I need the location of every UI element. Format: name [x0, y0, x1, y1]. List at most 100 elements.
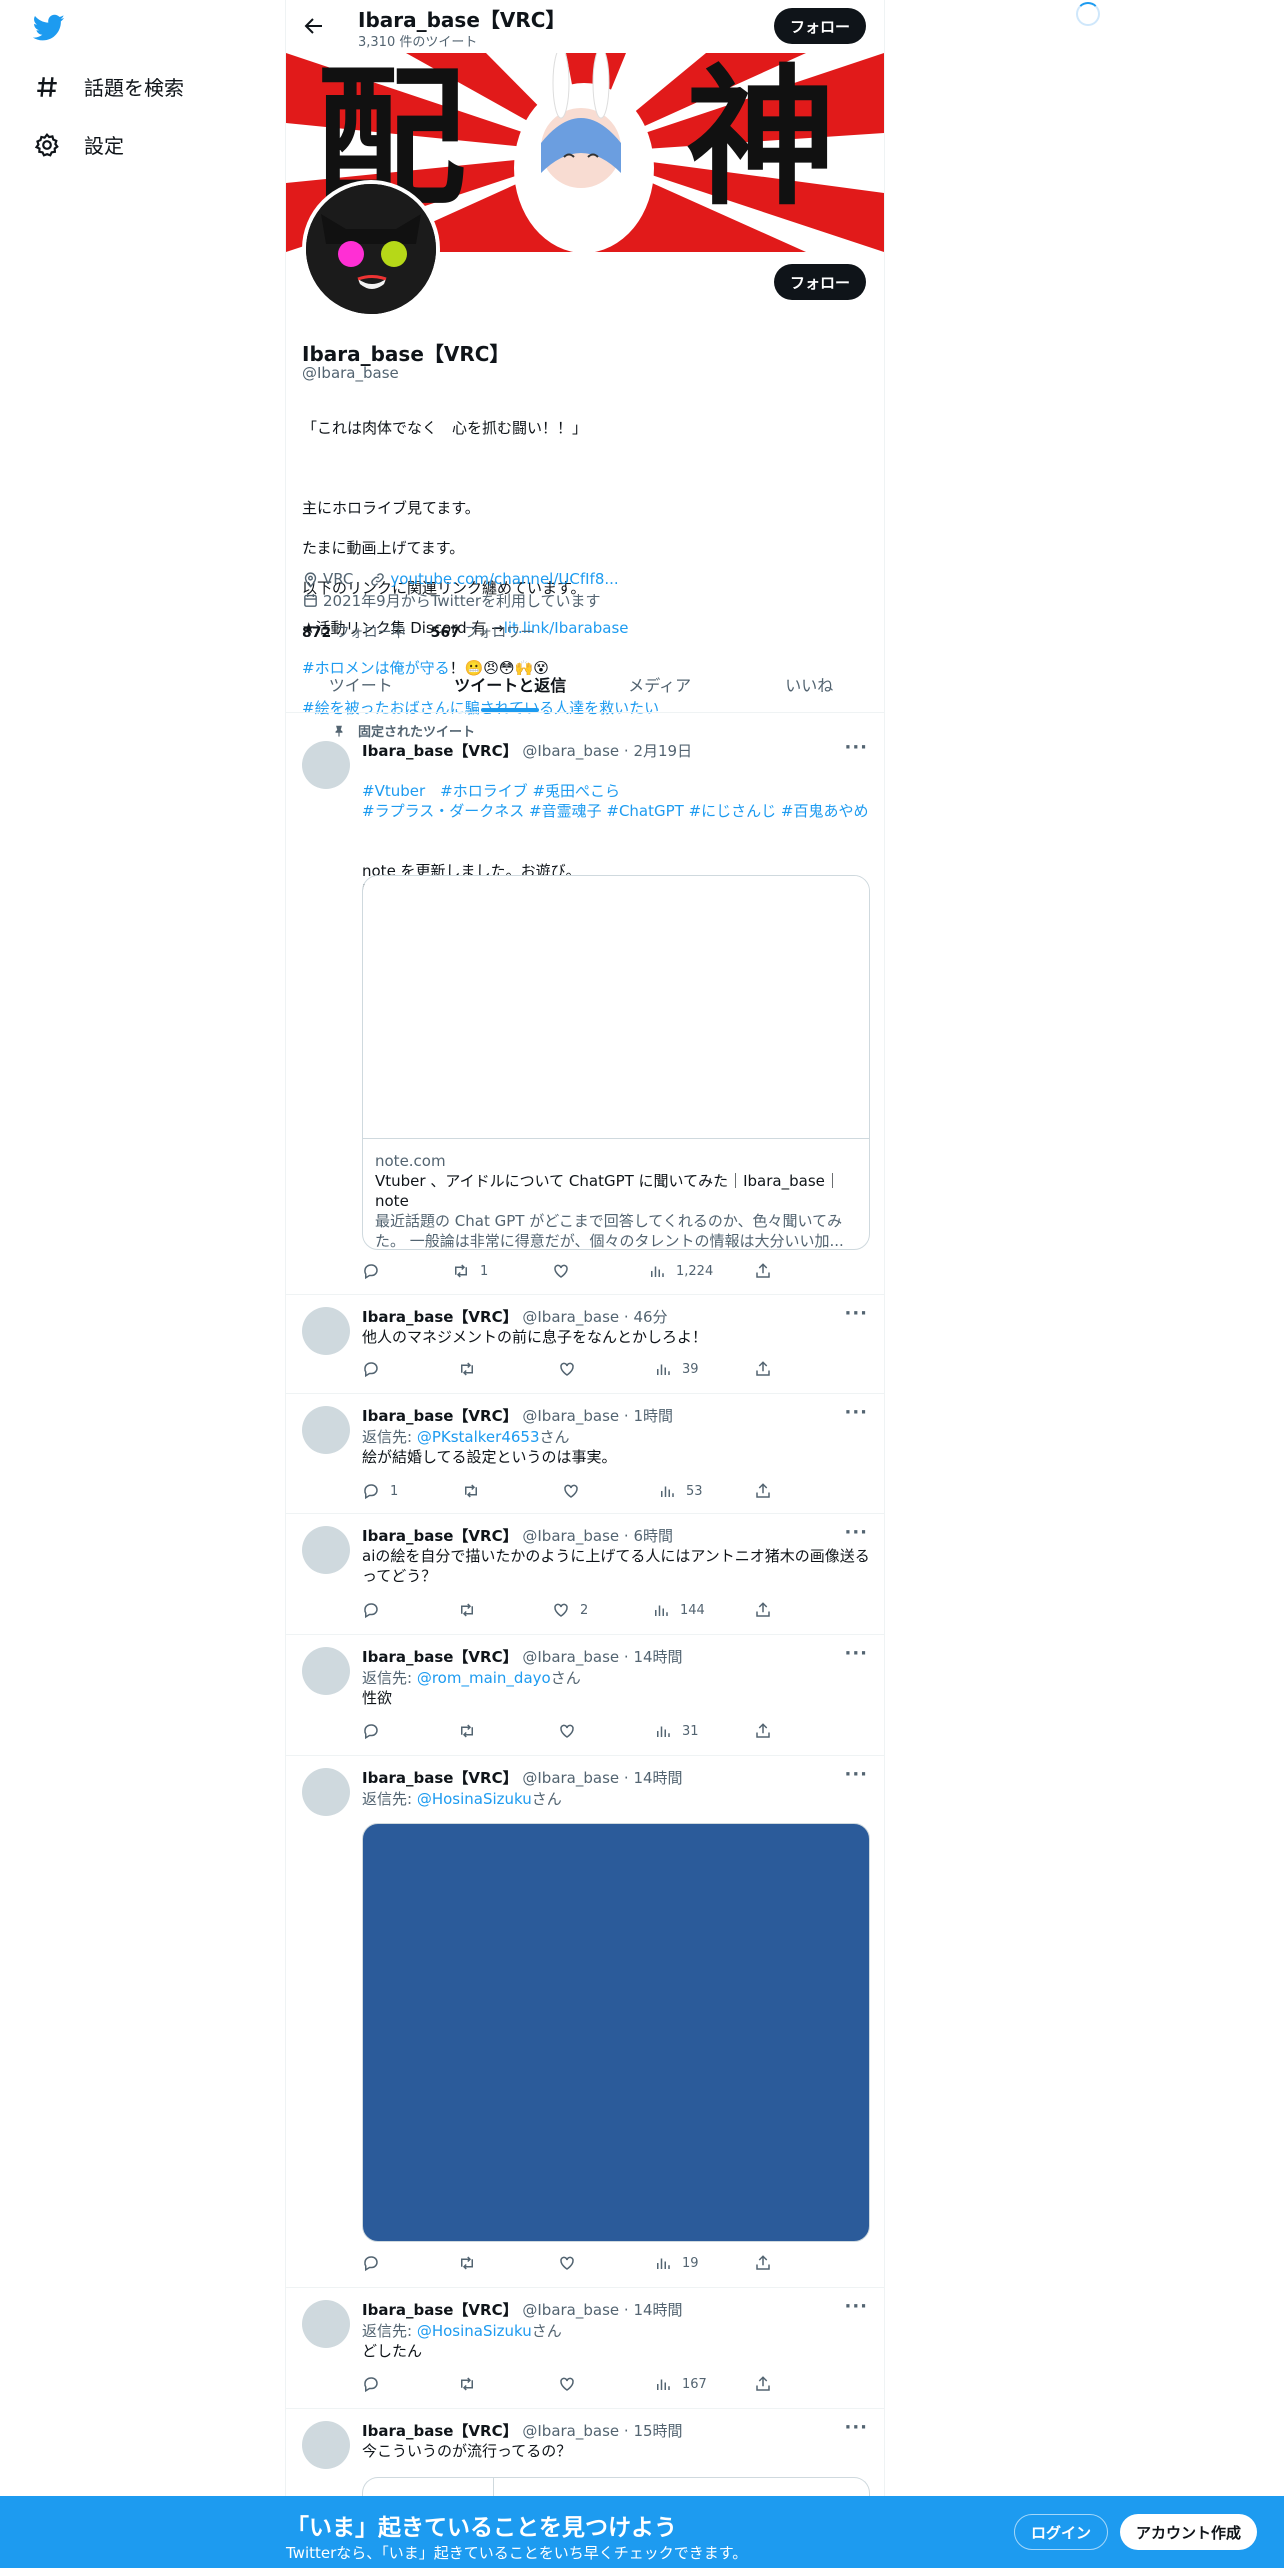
- tweet-time[interactable]: 46分: [633, 1308, 667, 1326]
- reply-to-link[interactable]: @PKstalker4653: [417, 1428, 540, 1446]
- reply-to-link[interactable]: @HosinaSizuku: [417, 1790, 532, 1808]
- header-follow-button[interactable]: フォロー: [774, 8, 867, 44]
- more-options-icon[interactable]: ···: [844, 1522, 868, 1543]
- like-button[interactable]: [558, 2375, 586, 2393]
- more-options-icon[interactable]: ···: [844, 737, 868, 758]
- tweet-avatar[interactable]: [302, 1307, 350, 1355]
- tweet-time[interactable]: 6時間: [633, 1527, 673, 1545]
- views-button[interactable]: 53: [658, 1482, 703, 1500]
- reply-button[interactable]: [362, 1601, 390, 1619]
- tweet-time[interactable]: 2月19日: [633, 742, 692, 760]
- more-options-icon[interactable]: ···: [844, 2296, 868, 2317]
- views-button[interactable]: 1,224: [648, 1262, 713, 1280]
- profile-avatar[interactable]: [302, 180, 440, 318]
- profile-follow-button[interactable]: フォロー: [774, 264, 867, 300]
- share-button[interactable]: [754, 1482, 772, 1500]
- reply-to-link[interactable]: @HosinaSizuku: [417, 2322, 532, 2340]
- retweet-button[interactable]: [458, 1722, 486, 1740]
- tweet-author-name[interactable]: Ibara_base【VRC】: [362, 1648, 518, 1666]
- like-button[interactable]: 2: [552, 1601, 588, 1619]
- tweet-media-image[interactable]: [362, 1823, 870, 2242]
- share-button[interactable]: [754, 1601, 772, 1619]
- like-button[interactable]: [558, 1722, 586, 1740]
- tweet[interactable]: Ibara_base【VRC】 @Ibara_base · 14時間 ··· 返…: [286, 1635, 884, 1756]
- tweet-avatar[interactable]: [302, 741, 350, 789]
- tweet[interactable]: Ibara_base【VRC】 @Ibara_base · 46分 ··· 他人…: [286, 1295, 884, 1394]
- tweet-avatar[interactable]: [302, 2300, 350, 2348]
- views-button[interactable]: 19: [654, 2254, 699, 2272]
- tweet-avatar[interactable]: [302, 1406, 350, 1454]
- nav-explore[interactable]: 話題を検索: [34, 72, 184, 101]
- reply-button[interactable]: [362, 2375, 390, 2393]
- more-options-icon[interactable]: ···: [844, 1303, 868, 1324]
- tweet-author-name[interactable]: Ibara_base【VRC】: [362, 1308, 518, 1326]
- retweet-button[interactable]: 1: [452, 1262, 488, 1280]
- tweet-time[interactable]: 14時間: [633, 1648, 682, 1666]
- retweet-button[interactable]: [458, 1360, 486, 1378]
- tweet-author-name[interactable]: Ibara_base【VRC】: [362, 1527, 518, 1545]
- share-button[interactable]: [754, 2375, 772, 2393]
- share-button[interactable]: [754, 1722, 772, 1740]
- views-button[interactable]: 167: [654, 2375, 707, 2393]
- followers-link[interactable]: 567 フォロワー: [431, 625, 535, 641]
- tweet-handle[interactable]: @Ibara_base: [522, 1769, 619, 1787]
- like-button[interactable]: [552, 1262, 580, 1280]
- like-button[interactable]: [558, 1360, 586, 1378]
- like-button[interactable]: [562, 1482, 590, 1500]
- back-arrow-icon[interactable]: [302, 14, 326, 38]
- more-options-icon[interactable]: ···: [844, 1402, 868, 1423]
- signup-button[interactable]: アカウント作成: [1120, 2514, 1258, 2550]
- twitter-logo-icon[interactable]: [33, 14, 65, 42]
- profile-url[interactable]: youtube.com/channel/UCfIf8...: [390, 570, 618, 588]
- tweet-time[interactable]: 14時間: [633, 1769, 682, 1787]
- views-button[interactable]: 144: [652, 1601, 705, 1619]
- share-button[interactable]: [754, 2254, 772, 2272]
- retweet-button[interactable]: [458, 2254, 486, 2272]
- tweet-avatar[interactable]: [302, 1647, 350, 1695]
- tweet-author-name[interactable]: Ibara_base【VRC】: [362, 1769, 518, 1787]
- tweet-handle[interactable]: @Ibara_base: [522, 742, 619, 760]
- retweet-button[interactable]: [462, 1482, 490, 1500]
- like-button[interactable]: [558, 2254, 586, 2272]
- more-options-icon[interactable]: ···: [844, 1643, 868, 1664]
- views-button[interactable]: 31: [654, 1722, 699, 1740]
- share-button[interactable]: [754, 1262, 772, 1280]
- tweet-handle[interactable]: @Ibara_base: [522, 1308, 619, 1326]
- reply-button[interactable]: 1: [362, 1482, 398, 1500]
- retweet-button[interactable]: [458, 2375, 486, 2393]
- tweet-author-name[interactable]: Ibara_base【VRC】: [362, 2422, 518, 2440]
- reply-to-link[interactable]: @rom_main_dayo: [417, 1669, 551, 1687]
- reply-button[interactable]: [362, 1722, 390, 1740]
- tweet[interactable]: Ibara_base【VRC】 @Ibara_base · 6時間 ··· ai…: [286, 1514, 884, 1635]
- tab-tweets-replies[interactable]: ツイートと返信: [436, 656, 586, 712]
- tweet-handle[interactable]: @Ibara_base: [522, 2422, 619, 2440]
- tweet-handle[interactable]: @Ibara_base: [522, 1527, 619, 1545]
- following-link[interactable]: 872 フォロー中: [302, 625, 406, 641]
- tweet-author-name[interactable]: Ibara_base【VRC】: [362, 742, 518, 760]
- tab-media[interactable]: メディア: [585, 656, 735, 712]
- tweet-author-name[interactable]: Ibara_base【VRC】: [362, 2301, 518, 2319]
- reply-button[interactable]: [362, 1360, 390, 1378]
- more-options-icon[interactable]: ···: [844, 1764, 868, 1785]
- tweet-avatar[interactable]: [302, 2421, 350, 2469]
- reply-button[interactable]: [362, 2254, 390, 2272]
- tab-likes[interactable]: いいね: [735, 656, 885, 712]
- tweet-time[interactable]: 15時間: [633, 2422, 682, 2440]
- reply-button[interactable]: [362, 1262, 390, 1280]
- nav-settings[interactable]: 設定: [34, 130, 124, 159]
- retweet-button[interactable]: [458, 1601, 486, 1619]
- share-button[interactable]: [754, 1360, 772, 1378]
- tweet-hashtags[interactable]: #Vtuber #ホロライブ #兎田ぺこら: [362, 782, 620, 800]
- tweet-handle[interactable]: @Ibara_base: [522, 2301, 619, 2319]
- login-button[interactable]: ログイン: [1014, 2514, 1109, 2550]
- tweet[interactable]: Ibara_base【VRC】 @Ibara_base · 14時間 ··· 返…: [286, 2288, 884, 2409]
- tweet[interactable]: Ibara_base【VRC】 @Ibara_base · 14時間 ··· 返…: [286, 1756, 884, 2288]
- tweet-time[interactable]: 1時間: [633, 1407, 673, 1425]
- tweet-time[interactable]: 14時間: [633, 2301, 682, 2319]
- tweet[interactable]: Ibara_base【VRC】 @Ibara_base · 15時間 ··· 今…: [286, 2409, 884, 2537]
- tweet-hashtags[interactable]: #ラプラス・ダークネス #音霊魂子 #ChatGPT #にじさんじ #百鬼あやめ: [362, 802, 869, 820]
- tab-tweets[interactable]: ツイート: [286, 656, 436, 712]
- link-card[interactable]: note.com Vtuber 、アイドルについて ChatGPT に聞いてみた…: [362, 875, 870, 1250]
- tweet-handle[interactable]: @Ibara_base: [522, 1407, 619, 1425]
- views-button[interactable]: 39: [654, 1360, 699, 1378]
